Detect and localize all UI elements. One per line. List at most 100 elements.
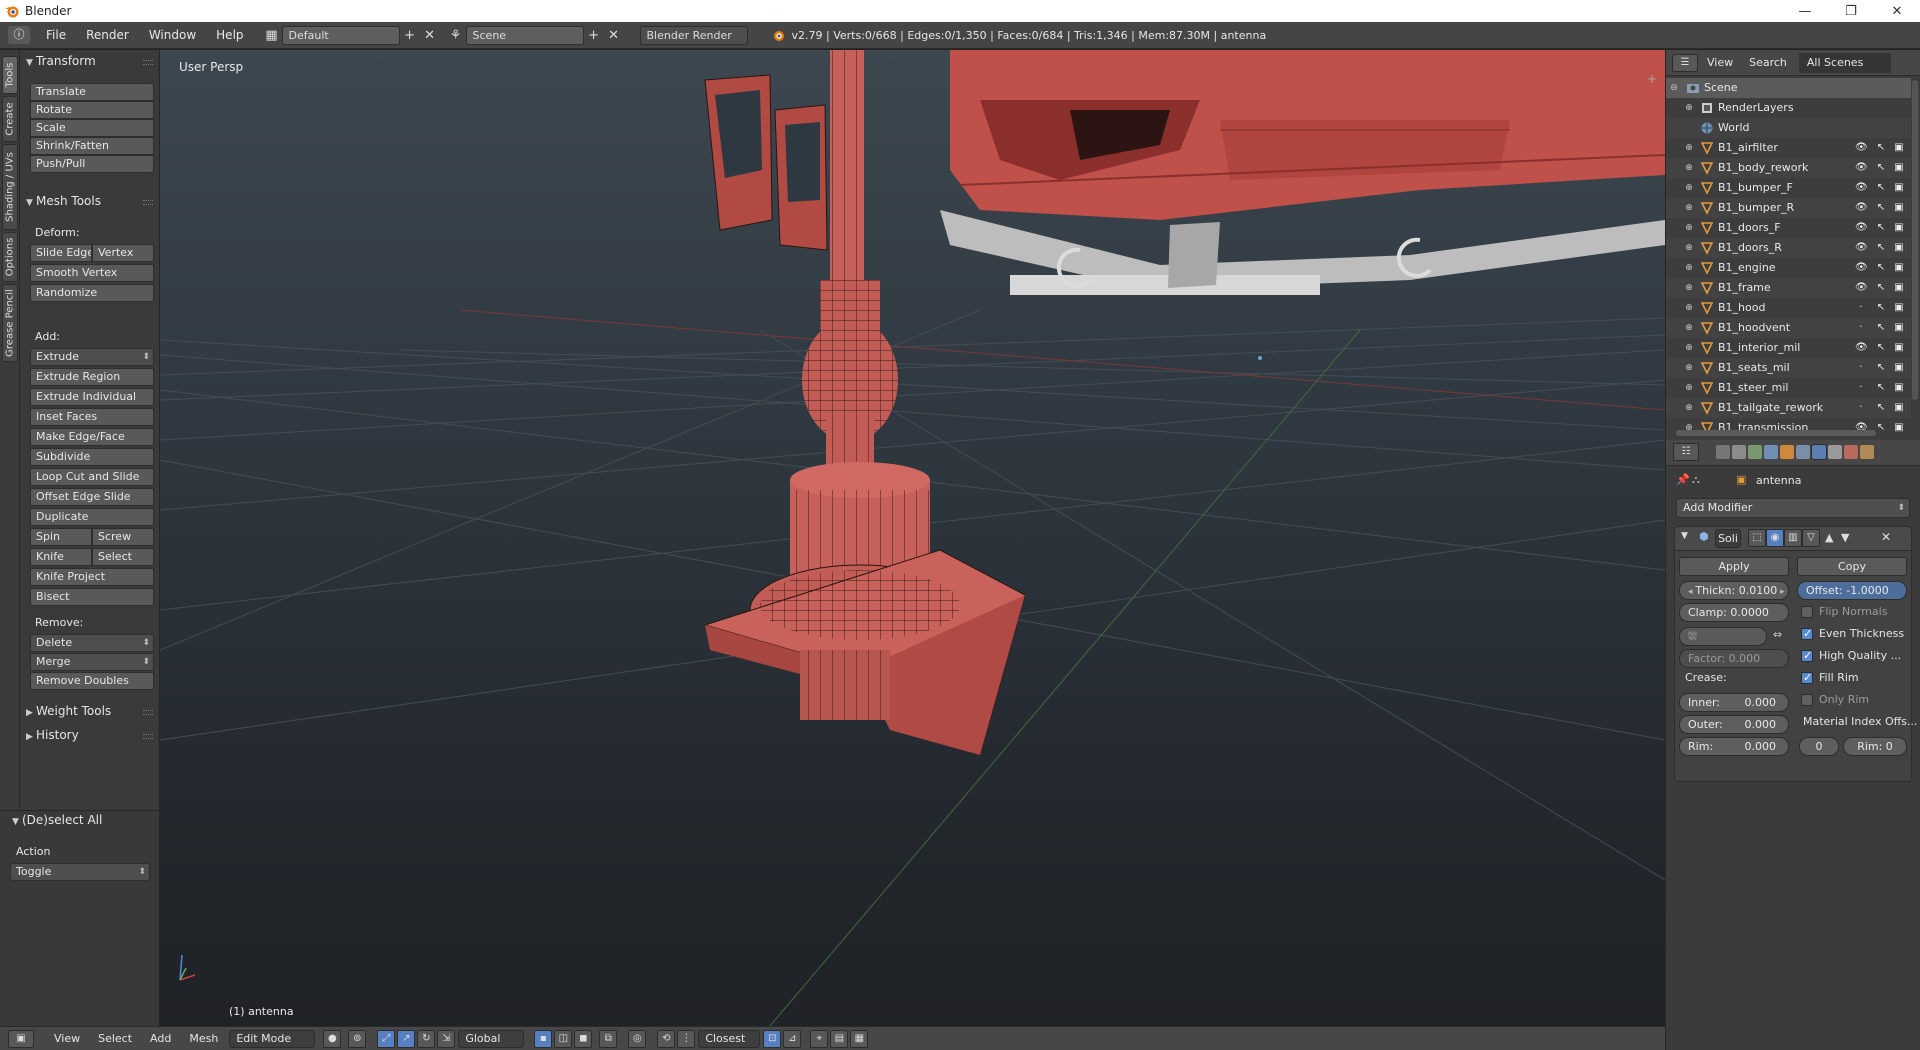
knife-button[interactable]: Knife: [30, 548, 92, 566]
eye-closed-icon[interactable]: ·: [1855, 362, 1867, 374]
thickness-field[interactable]: ◂ Thickn: 0.0100 ▸: [1679, 581, 1789, 600]
transform-orientation-select[interactable]: Global: [458, 1029, 525, 1048]
menu-window[interactable]: Window: [139, 28, 206, 42]
outliner-editor-icon[interactable]: ☰: [1672, 53, 1698, 72]
delete-dropdown[interactable]: Delete: [30, 634, 154, 652]
transform-panel-header[interactable]: ▼ Transform: [26, 54, 96, 68]
eye-icon[interactable]: 👁: [1855, 202, 1868, 214]
viewport-shading-icon[interactable]: ●: [323, 1029, 342, 1048]
history-panel-header[interactable]: ▶ History: [26, 728, 79, 742]
eye-icon[interactable]: 👁: [1855, 142, 1868, 154]
select-cursor-icon[interactable]: ↖: [1875, 182, 1887, 194]
select-cursor-icon[interactable]: ↖: [1875, 402, 1887, 414]
outliner-object-row[interactable]: ⊕ B1_seats_mil · ↖ ▣: [1666, 358, 1911, 378]
expand-icon[interactable]: ⊕: [1684, 278, 1694, 298]
outliner-object-row[interactable]: ⊕ B1_interior_mil 👁 ↖ ▣: [1666, 338, 1911, 358]
move-up-icon[interactable]: ▲: [1825, 531, 1833, 544]
modifiers-tab-icon[interactable]: [1811, 444, 1827, 460]
select-cursor-icon[interactable]: ↖: [1875, 302, 1887, 314]
render-camera-icon[interactable]: ▣: [1893, 382, 1905, 394]
translate-manipulator-icon[interactable]: ↗: [397, 1029, 416, 1048]
render-camera-icon[interactable]: ▣: [1893, 302, 1905, 314]
snap-target-select[interactable]: Closest: [698, 1029, 761, 1048]
menu-help[interactable]: Help: [206, 28, 253, 42]
panel-grip-icon[interactable]: [143, 60, 153, 65]
texture-tab-icon[interactable]: [1860, 445, 1874, 459]
on-cage-icon[interactable]: ▽: [1802, 529, 1820, 547]
remove-doubles-button[interactable]: Remove Doubles: [30, 672, 154, 690]
tab-tools[interactable]: Tools: [2, 56, 18, 94]
face-select-icon[interactable]: ◼: [574, 1029, 593, 1048]
menu-render[interactable]: Render: [76, 28, 139, 42]
outliner-object-row[interactable]: ⊕ B1_steer_mil · ↖ ▣: [1666, 378, 1911, 398]
info-editor-type-icon[interactable]: ⓘ: [8, 26, 30, 44]
constraints-tab-icon[interactable]: [1796, 445, 1810, 459]
tab-create[interactable]: Create: [2, 96, 18, 142]
crease-rim-field[interactable]: Rim: 0.000: [1679, 737, 1789, 756]
expand-icon[interactable]: ⊕: [1684, 378, 1694, 398]
expand-icon[interactable]: ⊕: [1684, 138, 1694, 158]
outliner-scene-row[interactable]: ⊖ Scene: [1666, 78, 1911, 98]
knife-select-button[interactable]: Select: [92, 548, 154, 566]
offset-field[interactable]: Offset: -1.0000: [1797, 581, 1907, 600]
remove-layout-button[interactable]: ✕: [420, 26, 440, 45]
expand-icon[interactable]: ⊕: [1684, 318, 1694, 338]
menu-add[interactable]: Add: [141, 1032, 180, 1045]
select-cursor-icon[interactable]: ↖: [1875, 382, 1887, 394]
expand-icon[interactable]: ⊕: [1684, 238, 1694, 258]
select-cursor-icon[interactable]: ↖: [1875, 222, 1887, 234]
make-edge-face-button[interactable]: Make Edge/Face: [30, 428, 154, 446]
menu-file[interactable]: File: [36, 28, 76, 42]
eye-icon[interactable]: 👁: [1855, 342, 1868, 354]
deselect-all-header[interactable]: ▼ (De)select All: [12, 813, 102, 827]
expand-icon[interactable]: ⊕: [1684, 178, 1694, 198]
render-camera-icon[interactable]: ▣: [1893, 402, 1905, 414]
panel-grip-icon[interactable]: [143, 734, 153, 739]
action-select[interactable]: Toggle: [10, 863, 150, 881]
menu-mesh[interactable]: Mesh: [180, 1032, 227, 1045]
rotate-manipulator-icon[interactable]: ↻: [417, 1029, 436, 1048]
scale-manipulator-icon[interactable]: ⇲: [437, 1029, 456, 1048]
randomize-button[interactable]: Randomize: [30, 284, 154, 302]
snap-toggle-icon[interactable]: ⟲: [657, 1029, 676, 1048]
extrude-individual-button[interactable]: Extrude Individual: [30, 388, 154, 406]
outliner-object-row[interactable]: ⊕ B1_hoodvent · ↖ ▣: [1666, 318, 1911, 338]
proportional-edit-icon[interactable]: ◎: [628, 1029, 647, 1048]
mesh-tools-panel-header[interactable]: ▼ Mesh Tools: [26, 194, 101, 208]
subdivide-button[interactable]: Subdivide: [30, 448, 154, 466]
screen-layout-icon[interactable]: ▦: [262, 26, 282, 45]
remove-scene-button[interactable]: ✕: [604, 26, 624, 45]
weight-tools-panel-header[interactable]: ▶ Weight Tools: [26, 704, 111, 718]
close-window-button[interactable]: ✕: [1874, 4, 1920, 19]
tab-grease-pencil[interactable]: Grease Pencil: [2, 284, 18, 362]
eye-icon[interactable]: 👁: [1855, 262, 1868, 274]
select-cursor-icon[interactable]: ↖: [1875, 322, 1887, 334]
spin-button[interactable]: Spin: [30, 528, 92, 546]
vertex-group-field[interactable]: ⛆: [1679, 627, 1767, 646]
object-tab-icon[interactable]: [1780, 445, 1794, 459]
render-engine-select[interactable]: Blender Render: [639, 25, 748, 45]
render-camera-icon[interactable]: ▣: [1893, 282, 1905, 294]
select-cursor-icon[interactable]: ↖: [1875, 282, 1887, 294]
extrude-region-button[interactable]: Extrude Region: [30, 368, 154, 386]
high-quality-normals-checkbox[interactable]: [1801, 649, 1813, 662]
tab-shading-uvs[interactable]: Shading / UVs: [2, 144, 18, 230]
screen-layout-field[interactable]: Default: [281, 25, 400, 45]
eye-icon[interactable]: 👁: [1855, 282, 1868, 294]
render-camera-icon[interactable]: ▣: [1893, 422, 1905, 434]
scene-field[interactable]: Scene: [465, 25, 584, 45]
rotate-button[interactable]: Rotate: [30, 101, 154, 119]
translate-button[interactable]: Translate: [30, 83, 154, 101]
expand-icon[interactable]: ⊕: [1684, 338, 1694, 358]
render-camera-icon[interactable]: ▣: [1893, 162, 1905, 174]
move-down-icon[interactable]: ▼: [1841, 531, 1849, 544]
copy-modifier-button[interactable]: Copy: [1797, 557, 1907, 576]
apply-modifier-button[interactable]: Apply: [1679, 557, 1789, 576]
flip-normals-checkbox[interactable]: [1801, 606, 1813, 618]
eye-icon[interactable]: 👁: [1855, 242, 1868, 254]
tab-options[interactable]: Options: [2, 232, 18, 282]
expand-icon[interactable]: ⊕: [1684, 298, 1694, 318]
select-cursor-icon[interactable]: ↖: [1875, 142, 1887, 154]
offset-edge-slide-button[interactable]: Offset Edge Slide: [30, 488, 154, 506]
eye-closed-icon[interactable]: ·: [1855, 322, 1867, 334]
